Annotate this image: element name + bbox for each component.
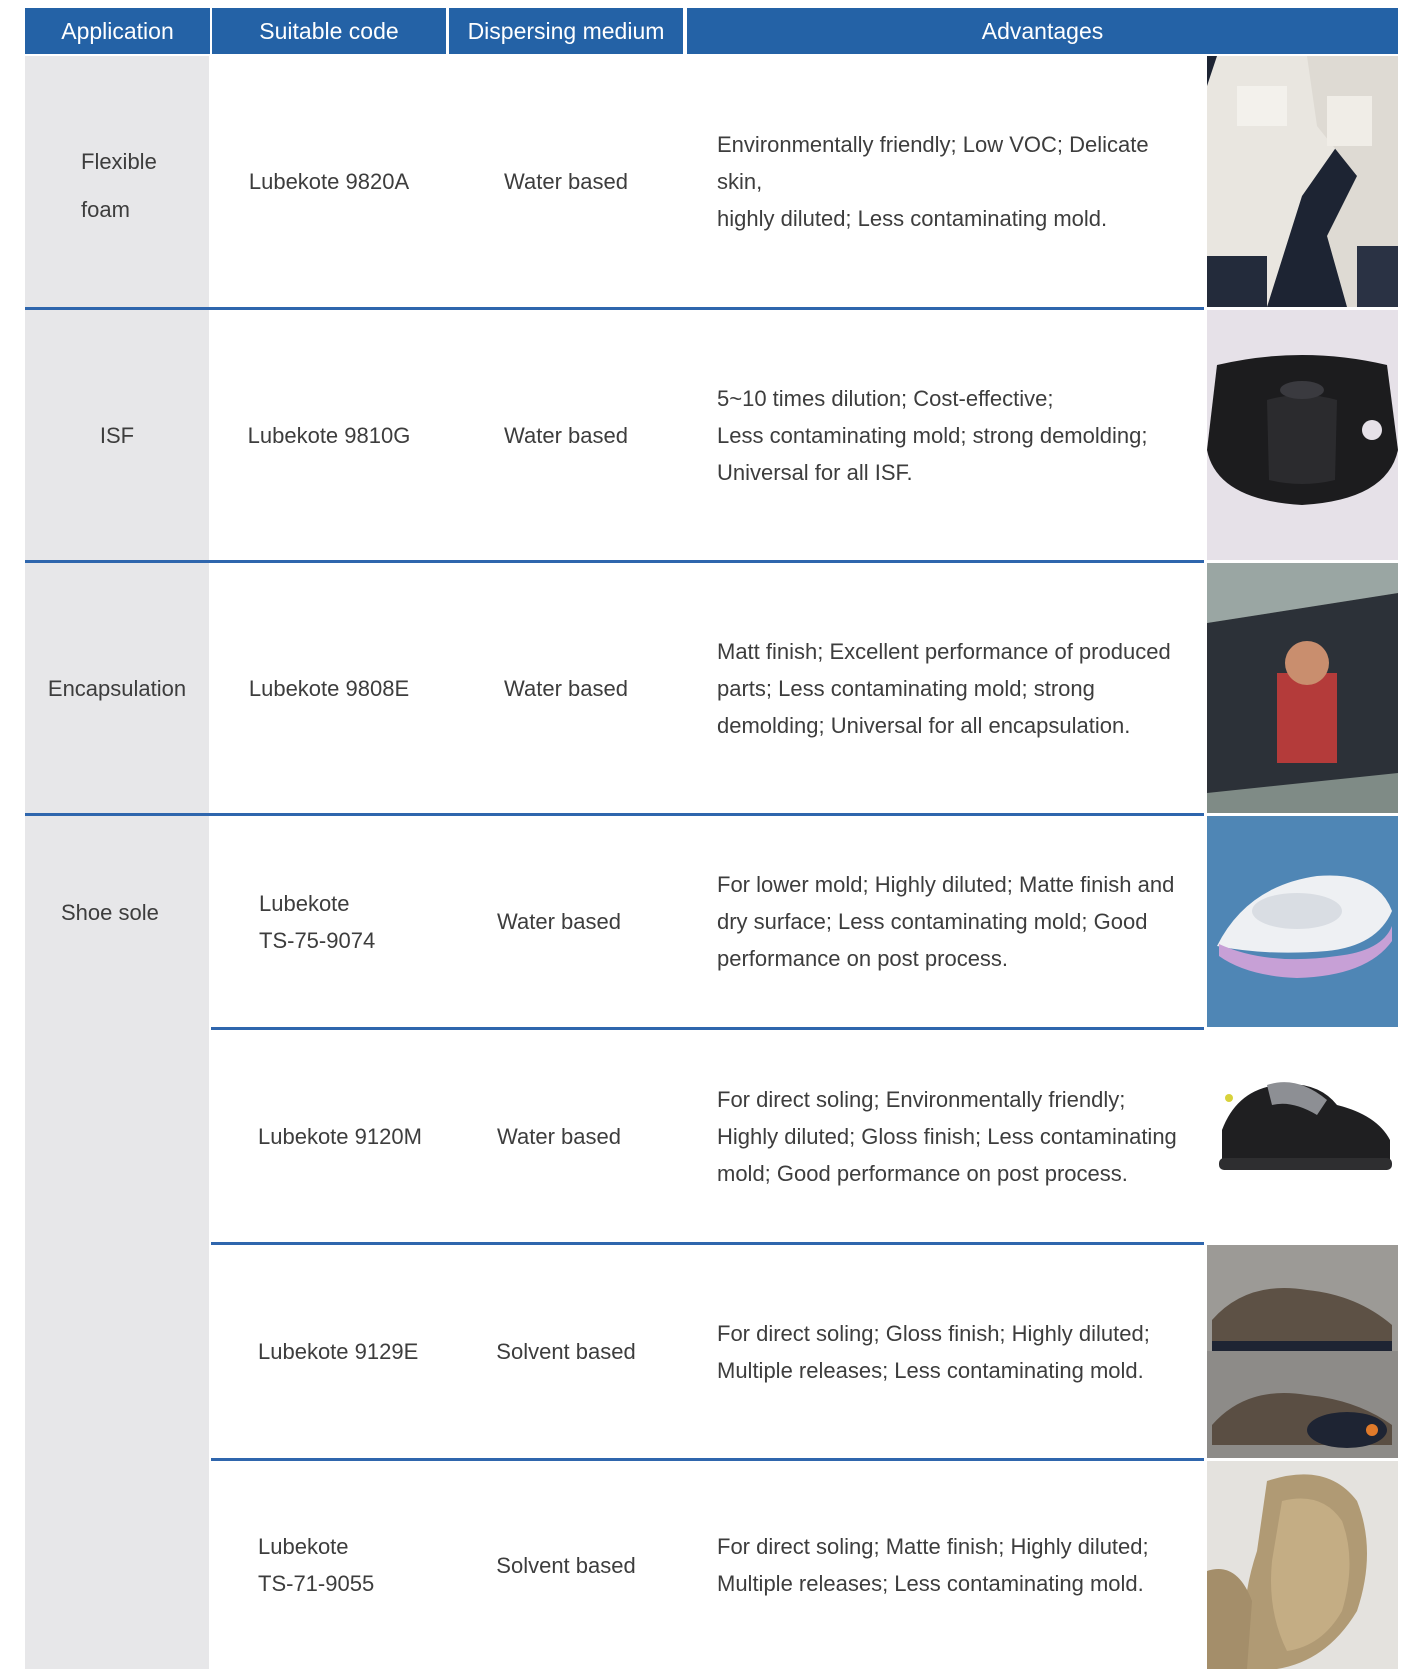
outdoor-shoes-photo xyxy=(1207,1245,1398,1458)
medium-cell: Water based xyxy=(504,169,628,194)
header-suitable-code: Suitable code xyxy=(212,8,446,54)
advantages-cell: For lower mold; Highly diluted; Matte fi… xyxy=(717,872,1175,971)
application-isf: ISF xyxy=(99,422,135,448)
application-shoe-sole: Shoe sole xyxy=(61,900,159,925)
advantages-cell: For direct soling; Matte finish; Highly … xyxy=(717,1534,1149,1596)
medium-cell: Solvent based xyxy=(496,1552,636,1578)
isf-engine-cover-photo xyxy=(1207,310,1398,560)
advantages-cell: For direct soling; Environmentally frien… xyxy=(717,1086,1177,1186)
application-encapsulation: Encapsulation xyxy=(47,675,187,701)
header-dispersing-medium: Dispersing medium xyxy=(449,8,683,54)
safety-shoe-photo xyxy=(1207,1030,1398,1242)
shoe-sole-photo xyxy=(1207,816,1398,1027)
code-cell: Lubekote 9129E xyxy=(258,1339,419,1364)
code-cell: Lubekote TS-75-9074 xyxy=(259,890,376,953)
encapsulation-car-window-photo xyxy=(1207,563,1398,813)
medium-cell: Water based xyxy=(504,675,628,701)
application-cell-bg xyxy=(25,816,209,1669)
application-flexible-foam: Flexible foam xyxy=(81,149,157,222)
code-cell: Lubekote 9810G xyxy=(247,422,411,448)
desert-boots-photo xyxy=(1207,1461,1398,1669)
code-cell: Lubekote 9808E xyxy=(248,675,410,701)
header-advantages: Advantages xyxy=(687,8,1398,54)
code-cell: Lubekote TS-71-9055 xyxy=(258,1534,375,1596)
medium-cell: Solvent based xyxy=(496,1339,636,1364)
medium-cell: Water based xyxy=(497,1123,621,1149)
flexible-foam-photo xyxy=(1207,56,1398,307)
code-cell: Lubekote 9120M xyxy=(258,1123,422,1149)
advantages-cell: 5~10 times dilution; Cost-effective; Les… xyxy=(717,385,1148,485)
advantages-cell: Environmentally friendly; Low VOC; Delic… xyxy=(717,132,1149,231)
medium-cell: Water based xyxy=(504,422,628,448)
medium-cell: Water based xyxy=(497,909,621,934)
advantages-cell: For direct soling; Gloss finish; Highly … xyxy=(717,1320,1150,1383)
header-application: Application xyxy=(25,8,210,54)
advantages-cell: Matt finish; Excellent performance of pr… xyxy=(717,638,1171,738)
code-cell: Lubekote 9820A xyxy=(248,169,410,194)
